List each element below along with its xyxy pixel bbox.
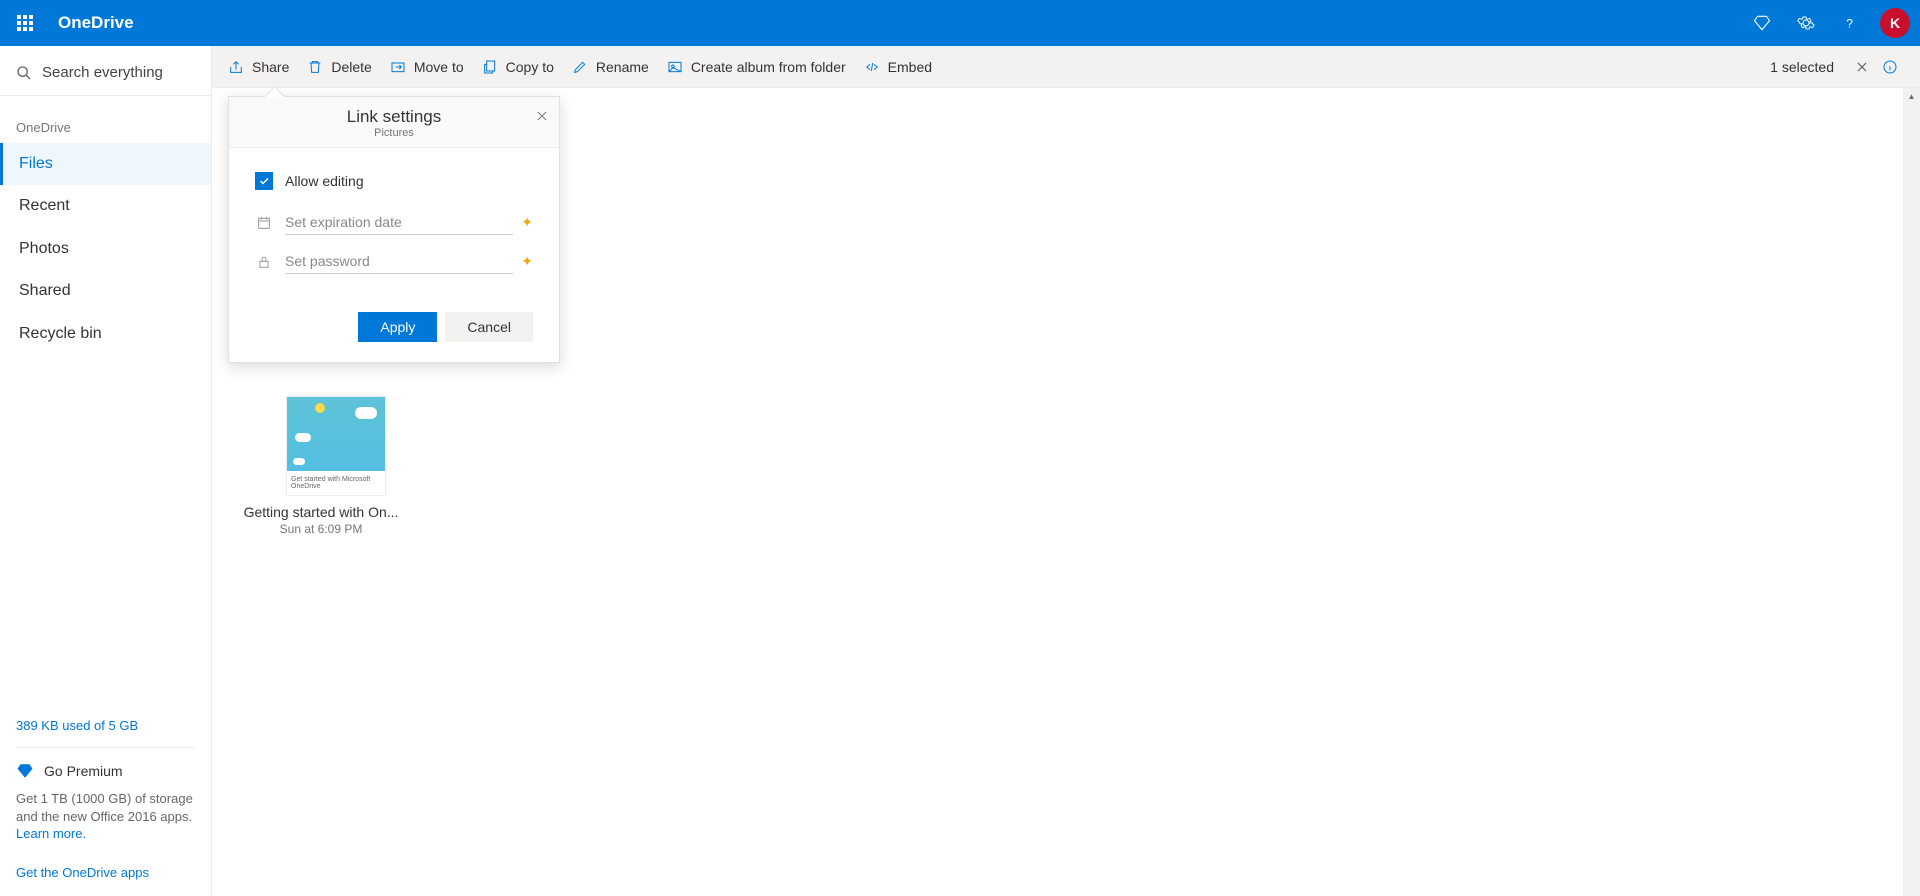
help-icon[interactable]: ? xyxy=(1828,0,1872,46)
file-name: Getting started with On... xyxy=(236,504,406,520)
command-bar: Share Delete Move to Copy to Rename Crea… xyxy=(212,46,1920,88)
brand-name: OneDrive xyxy=(58,13,134,33)
sidebar: Search everything OneDrive Files Recent … xyxy=(0,46,212,896)
link-settings-popover: Link settings Pictures Allow editing ✦ ✦ xyxy=(228,96,560,363)
learn-more-link[interactable]: Learn more. xyxy=(16,826,86,841)
share-button[interactable]: Share xyxy=(228,59,289,75)
rename-button[interactable]: Rename xyxy=(572,59,649,75)
nav-photos[interactable]: Photos xyxy=(0,228,211,270)
popover-title: Link settings xyxy=(229,107,559,127)
nav-shared[interactable]: Shared xyxy=(0,270,211,312)
copy-to-button[interactable]: Copy to xyxy=(482,59,554,75)
calendar-icon xyxy=(255,215,273,231)
svg-text:?: ? xyxy=(1846,17,1853,31)
premium-promo-text: Get 1 TB (1000 GB) of storage and the ne… xyxy=(16,790,195,826)
nav-files[interactable]: Files xyxy=(0,143,211,185)
delete-button[interactable]: Delete xyxy=(307,59,371,75)
document-thumbnail: Get started with Microsoft OneDrive xyxy=(286,396,386,496)
allow-editing-label: Allow editing xyxy=(285,173,364,189)
info-button[interactable] xyxy=(1876,53,1904,81)
clear-selection-button[interactable] xyxy=(1848,53,1876,81)
sidebar-divider xyxy=(16,747,195,748)
user-avatar[interactable]: K xyxy=(1880,8,1910,38)
scroll-up-arrow[interactable]: ▲ xyxy=(1903,88,1920,105)
selection-count: 1 selected xyxy=(1770,59,1834,75)
app-header: OneDrive ? K xyxy=(0,0,1920,46)
cancel-button[interactable]: Cancel xyxy=(445,312,533,342)
get-apps-link[interactable]: Get the OneDrive apps xyxy=(16,865,195,880)
create-album-button[interactable]: Create album from folder xyxy=(667,59,846,75)
breadcrumb[interactable]: OneDrive xyxy=(0,96,211,143)
apply-button[interactable]: Apply xyxy=(358,312,437,342)
settings-gear-icon[interactable] xyxy=(1784,0,1828,46)
move-to-button[interactable]: Move to xyxy=(390,59,464,75)
file-tile[interactable]: Get started with Microsoft OneDrive Gett… xyxy=(236,396,406,536)
allow-editing-checkbox[interactable] xyxy=(255,172,273,190)
premium-spark-icon: ✦ xyxy=(521,214,533,231)
popover-subtitle: Pictures xyxy=(229,127,559,139)
app-launcher-button[interactable] xyxy=(10,8,40,38)
go-premium-label: Go Premium xyxy=(44,763,123,779)
password-input[interactable] xyxy=(285,249,513,274)
file-date: Sun at 6:09 PM xyxy=(236,522,406,536)
vertical-scrollbar[interactable]: ▲ xyxy=(1903,88,1920,896)
embed-button[interactable]: Embed xyxy=(864,59,932,75)
premium-spark-icon: ✦ xyxy=(521,253,533,270)
go-premium-button[interactable]: Go Premium xyxy=(16,762,195,780)
nav-recycle-bin[interactable]: Recycle bin xyxy=(0,313,211,355)
search-box[interactable]: Search everything xyxy=(0,56,211,96)
popover-close-button[interactable] xyxy=(535,109,549,128)
nav-recent[interactable]: Recent xyxy=(0,185,211,227)
premium-diamond-icon[interactable] xyxy=(1740,0,1784,46)
search-placeholder-text: Search everything xyxy=(42,64,163,81)
lock-icon xyxy=(255,254,273,270)
storage-usage[interactable]: 389 KB used of 5 GB xyxy=(16,718,195,733)
expiration-date-input[interactable] xyxy=(285,210,513,235)
